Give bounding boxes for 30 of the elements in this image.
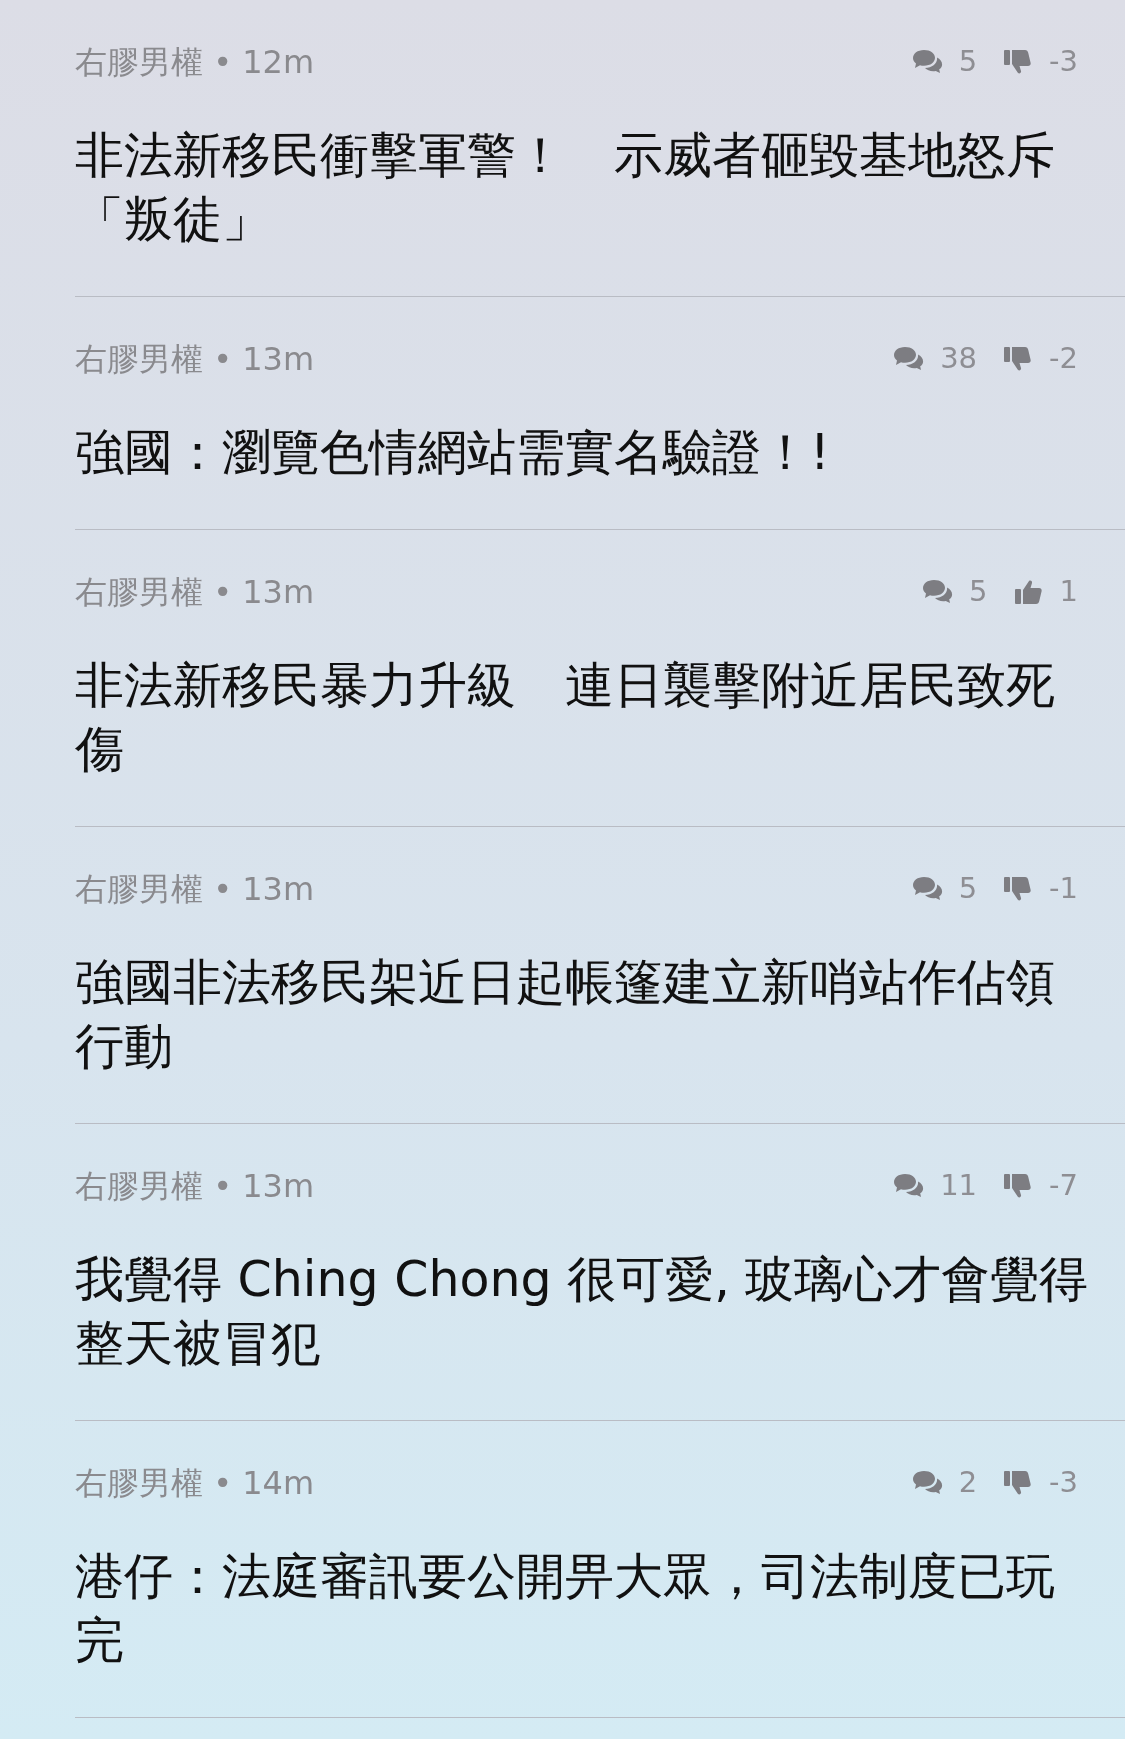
comment-count: 5 <box>958 43 978 81</box>
comment-count: 5 <box>969 573 988 611</box>
vote-count: -3 <box>1049 43 1078 81</box>
comment-count: 38 <box>940 340 978 378</box>
comment-count: 2 <box>958 1464 978 1502</box>
vote-count: -1 <box>1049 870 1078 908</box>
comments-icon <box>910 1469 943 1497</box>
post-meta: 右膠男權 • 13m <box>75 572 315 613</box>
post-title[interactable]: 強國非法移民架近日起帳篷建立新哨站作佔領行動 <box>75 951 1098 1079</box>
post-title[interactable]: 我覺得 Ching Chong 很可愛, 玻璃心才會覺得整天被冒犯 <box>75 1248 1098 1376</box>
post-title[interactable]: 港仔：法庭審訊要公開畀大眾，司法制度已玩完 <box>75 1545 1098 1673</box>
comments-icon <box>892 1172 925 1200</box>
post-title[interactable]: 強國：瀏覽色情網站需實名驗證！! <box>75 421 1098 485</box>
post-meta: 右膠男權 • 14m <box>75 1463 315 1504</box>
comments-icon <box>921 578 954 606</box>
post-meta: 右膠男權 • 13m <box>75 869 315 910</box>
post-meta: 右膠男權 • 13m <box>75 339 315 380</box>
comments-icon <box>892 345 925 373</box>
vote-count: -7 <box>1049 1167 1078 1205</box>
vote-count: -2 <box>1049 340 1078 378</box>
comments-icon <box>910 875 943 903</box>
post-title[interactable]: 非法新移民暴力升級 連日襲擊附近居民致死傷 <box>75 654 1098 782</box>
comment-count: 11 <box>940 1167 978 1205</box>
vote-count: 1 <box>1059 573 1078 611</box>
post-meta: 右膠男權 • 13m <box>75 1166 315 1207</box>
comment-count: 5 <box>958 870 978 908</box>
post-meta: 右膠男權 • 12m <box>75 42 315 83</box>
comments-icon <box>910 48 943 76</box>
vote-count: -3 <box>1049 1464 1078 1502</box>
post-title[interactable]: 非法新移民衝擊軍警！ 示威者砸毀基地怒斥「叛徒」 <box>75 124 1098 252</box>
